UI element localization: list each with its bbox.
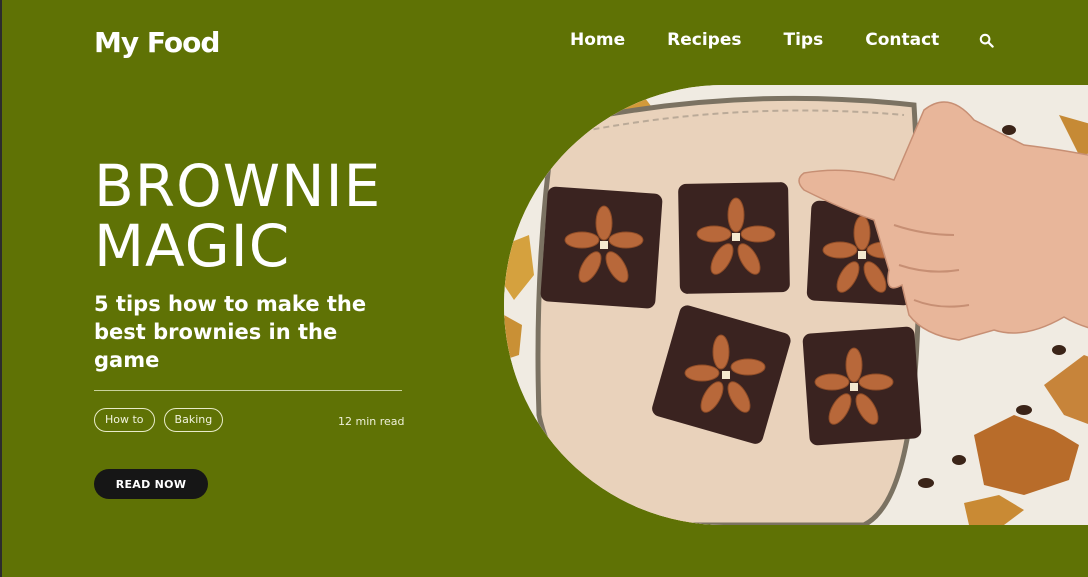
tag-how-to[interactable]: How to: [94, 408, 155, 432]
nav-contact[interactable]: Contact: [865, 30, 939, 50]
main-nav: Home Recipes Tips Contact: [570, 30, 995, 50]
hero-title: BROWNIE MAGIC: [94, 156, 484, 276]
site-logo[interactable]: My Food: [94, 26, 220, 59]
nav-tips[interactable]: Tips: [784, 30, 824, 50]
tag-list: How to Baking: [94, 408, 224, 432]
page: My Food Home Recipes Tips Contact BROWNI…: [0, 0, 1088, 577]
nav-home[interactable]: Home: [570, 30, 625, 50]
brownie-piece: [802, 326, 922, 446]
hero-title-line1: BROWNIE: [94, 152, 382, 220]
brownie-piece: [540, 186, 663, 309]
hero-image: [504, 85, 1088, 525]
plate: [535, 95, 922, 525]
hero-subtitle: 5 tips how to make the best brownies in …: [94, 292, 367, 372]
search-icon[interactable]: [977, 31, 995, 49]
read-time: 12 min read: [338, 415, 405, 428]
nav-recipes[interactable]: Recipes: [667, 30, 741, 50]
hero-title-line2: MAGIC: [94, 212, 291, 280]
read-now-button[interactable]: READ NOW: [94, 469, 208, 499]
brownie-piece: [678, 182, 790, 294]
brownies-illustration: [504, 85, 1088, 525]
divider: [94, 390, 402, 391]
tag-baking[interactable]: Baking: [163, 408, 224, 432]
